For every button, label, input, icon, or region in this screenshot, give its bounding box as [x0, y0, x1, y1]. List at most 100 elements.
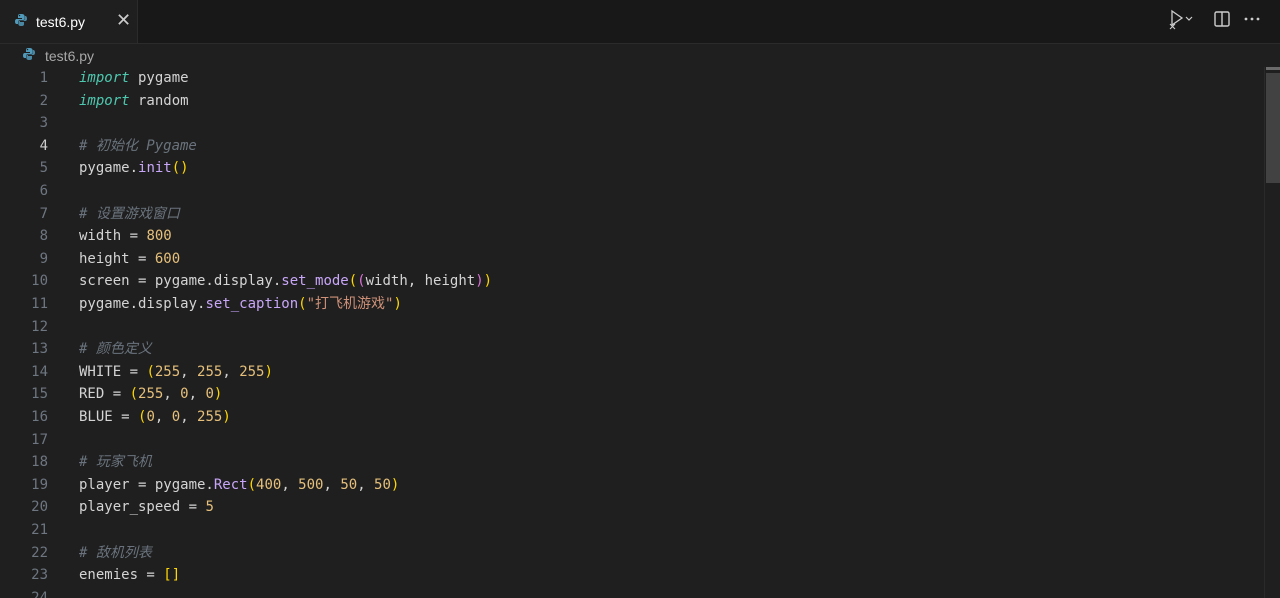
code-token: player = pygame. [79, 476, 214, 493]
code-token: ( [129, 386, 139, 403]
code-token: pygame [129, 70, 189, 86]
line-number: 7 [39, 205, 48, 222]
code-token: # 颜色定义 [79, 341, 152, 358]
code-token: 255 [197, 409, 223, 425]
code-line[interactable]: 5 pygame.init() [0, 157, 1264, 180]
code-line[interactable]: 22 # 敌机列表 [0, 542, 1264, 565]
code-text: WHITE = (255, 255, 255) [79, 361, 273, 384]
code-token: 255 [154, 363, 181, 380]
code-text: # 初始化 Pygame [79, 135, 197, 158]
line-number: 3 [39, 115, 48, 132]
code-line[interactable]: 9 height = 600 [0, 248, 1264, 271]
code-editor[interactable]: 1 import pygame 2 import random 3 4 # 初始化 Pyga… [0, 67, 1264, 598]
code-line[interactable]: 21 [0, 519, 1264, 542]
line-number: 4 [39, 137, 48, 154]
code-text: width = 800 [79, 225, 172, 248]
code-line[interactable]: 12 [0, 316, 1264, 339]
code-token: 0 [205, 386, 214, 403]
code-line[interactable]: 11 pygame.display.set_caption("打飞机游戏") [0, 293, 1264, 316]
more-actions-button[interactable] [1240, 9, 1264, 33]
code-line[interactable]: 17 [0, 429, 1264, 452]
code-token: ( [247, 476, 257, 493]
code-token: WHITE = [79, 363, 147, 380]
code-line[interactable]: 3 [0, 112, 1264, 135]
code-text: player_speed = 5 [79, 496, 214, 519]
split-editor-button[interactable] [1210, 9, 1234, 33]
code-token: import [79, 70, 130, 86]
code-token: RED = [79, 386, 130, 403]
code-token: Rect [213, 476, 248, 493]
code-text: import random [79, 90, 189, 113]
code-token: random [129, 92, 189, 109]
code-token: ( [298, 296, 307, 312]
code-token: width, height [365, 273, 476, 290]
code-token: 600 [154, 250, 181, 267]
code-token: , [180, 363, 198, 380]
code-token: height = [79, 250, 155, 267]
code-token: 255 [138, 386, 164, 403]
breadcrumb: test6.py [0, 44, 1280, 67]
code-token: () [171, 160, 189, 177]
split-editor-icon [1213, 10, 1231, 32]
line-number: 18 [31, 454, 48, 471]
line-number: 12 [31, 318, 48, 335]
code-token: # 设置游戏窗口 [79, 205, 180, 222]
editor-tab-bar: test6.py ✕ [0, 0, 1280, 44]
code-token: ) [390, 476, 400, 493]
code-token: pygame. [79, 160, 139, 177]
code-token: ) [393, 296, 402, 312]
code-line[interactable]: 13 # 颜色定义 [0, 338, 1264, 361]
code-token: import [79, 92, 130, 109]
code-line[interactable]: 24 [0, 587, 1264, 598]
play-icon [1167, 7, 1193, 35]
code-line[interactable]: 14 WHITE = (255, 255, 255) [0, 361, 1264, 384]
line-number: 21 [31, 522, 48, 538]
code-token: # 玩家飞机 [79, 454, 152, 471]
code-token: enemies = [79, 567, 164, 584]
code-line[interactable]: 10 screen = pygame.display.set_mode((widt… [0, 270, 1264, 293]
run-python-file-button[interactable] [1162, 9, 1198, 33]
vertical-scrollbar[interactable] [1264, 67, 1280, 598]
code-line[interactable]: 6 [0, 180, 1264, 203]
code-line[interactable]: 19 player = pygame.Rect(400, 500, 50, 50) [0, 474, 1264, 497]
code-text: player = pygame.Rect(400, 500, 50, 50) [79, 474, 399, 497]
code-text: screen = pygame.display.set_mode((width,… [79, 270, 492, 293]
line-number: 2 [39, 92, 48, 109]
line-number: 23 [31, 567, 48, 584]
tab-test6-py[interactable]: test6.py ✕ [0, 0, 138, 43]
code-line[interactable]: 7 # 设置游戏窗口 [0, 203, 1264, 226]
code-token: set_mode [281, 273, 349, 290]
code-token: , [222, 363, 240, 380]
code-text: BLUE = (0, 0, 255) [79, 406, 231, 429]
code-token: 255 [197, 363, 223, 380]
code-token: player_speed = [79, 499, 206, 516]
code-text: # 颜色定义 [79, 338, 152, 361]
code-line[interactable]: 2 import random [0, 90, 1264, 113]
line-number: 17 [31, 431, 48, 448]
code-token: , [323, 476, 341, 493]
code-token: , [163, 386, 181, 403]
code-text: import pygame [79, 67, 189, 90]
python-icon [14, 12, 28, 31]
breadcrumb-file[interactable]: test6.py [45, 48, 94, 64]
scrollbar-thumb[interactable] [1266, 73, 1280, 183]
code-line[interactable]: 16 BLUE = (0, 0, 255) [0, 406, 1264, 429]
code-token: set_caption [205, 296, 299, 312]
code-line[interactable]: 8 width = 800 [0, 225, 1264, 248]
code-line[interactable]: 18 # 玩家飞机 [0, 451, 1264, 474]
code-token: 400 [256, 476, 282, 493]
code-token: 500 [298, 476, 324, 493]
code-token: 255 [239, 363, 265, 380]
code-token: ( [146, 363, 155, 380]
code-token: # 初始化 Pygame [79, 137, 197, 154]
line-number: 6 [39, 183, 48, 199]
code-text: pygame.init() [79, 157, 189, 180]
code-line[interactable]: 1 import pygame [0, 67, 1264, 90]
close-icon[interactable]: ✕ [116, 11, 131, 31]
code-token: 50 [374, 476, 391, 493]
code-line[interactable]: 20 player_speed = 5 [0, 496, 1264, 519]
overview-ruler-mark [1266, 67, 1280, 70]
code-line[interactable]: 4 # 初始化 Pygame [0, 135, 1264, 158]
code-line[interactable]: 23 enemies = [] [0, 564, 1264, 587]
code-line[interactable]: 15 RED = (255, 0, 0) [0, 383, 1264, 406]
